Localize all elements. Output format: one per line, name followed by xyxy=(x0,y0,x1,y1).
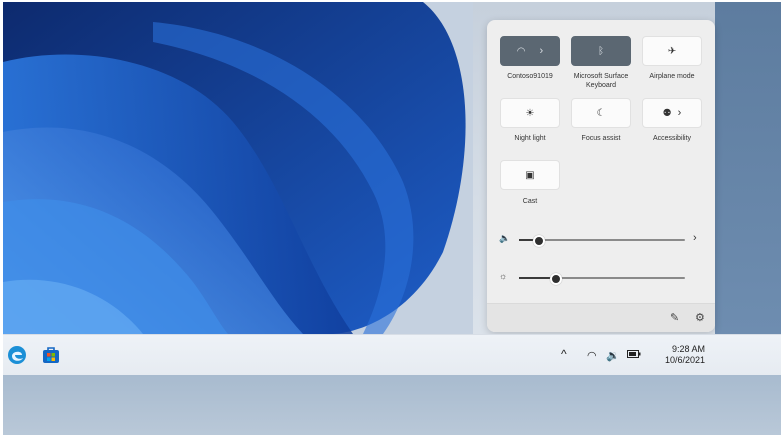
volume-slider-thumb[interactable] xyxy=(532,235,545,247)
airplane-icon: ✈ xyxy=(667,45,677,57)
wifi-icon[interactable]: ◠ xyxy=(587,349,597,362)
gear-icon[interactable]: ⚙ xyxy=(695,311,705,324)
tile-label-airplane: Airplane mode xyxy=(649,73,695,80)
desktop-wallpaper xyxy=(3,2,473,334)
show-hidden-icons-chevron[interactable]: ^ xyxy=(561,347,567,361)
pencil-icon[interactable]: ✎ xyxy=(670,311,679,324)
quick-settings-footer: ✎ ⚙ xyxy=(487,303,715,332)
speaker-icon: 🔈 xyxy=(499,233,511,243)
desktop-screen: ◠ › Contoso91019 ᛒ Microsoft Surface Key… xyxy=(3,2,781,435)
night-light-tile[interactable]: ☀ xyxy=(500,98,560,128)
tile-label-focus-assist: Focus assist xyxy=(581,135,621,142)
bluetooth-icon: ᛒ xyxy=(598,45,604,57)
wifi-icon: ◠ xyxy=(516,45,526,57)
edge-icon[interactable] xyxy=(7,345,27,365)
battery-icon[interactable] xyxy=(627,349,641,361)
wifi-chevron-icon[interactable]: › xyxy=(540,45,544,57)
bluetooth-tile[interactable]: ᛒ xyxy=(571,36,631,66)
volume-slider[interactable] xyxy=(519,235,685,247)
clock-date: 10/6/2021 xyxy=(664,355,705,365)
brightness-icon: ☀ xyxy=(525,107,535,119)
taskbar-clock[interactable]: 9:28 AM 10/6/2021 xyxy=(665,344,705,366)
speaker-icon[interactable]: 🔉 xyxy=(606,349,620,362)
accessibility-chevron-icon[interactable]: › xyxy=(678,107,682,119)
tile-label-bluetooth: Microsoft Surface Keyboard xyxy=(573,73,629,89)
tile-label-wifi: Contoso91019 xyxy=(507,73,553,80)
sun-icon: ☼ xyxy=(499,271,508,281)
cast-icon: ▣ xyxy=(525,169,535,181)
audio-output-chevron-icon[interactable]: › xyxy=(693,232,697,244)
desktop-background-edge xyxy=(715,2,781,334)
taskbar: ^ ◠ 🔉 9:28 AM 10/6/2021 xyxy=(3,334,781,376)
airplane-mode-tile[interactable]: ✈ xyxy=(642,36,702,66)
wifi-tile[interactable]: ◠ › xyxy=(500,36,560,66)
desktop-background-lower xyxy=(3,375,781,435)
tile-label-night-light: Night light xyxy=(514,135,546,142)
store-icon[interactable] xyxy=(41,345,61,365)
accessibility-tile[interactable]: ⚉ › xyxy=(642,98,702,128)
tile-label-cast: Cast xyxy=(522,198,538,205)
moon-icon: ☾ xyxy=(596,107,606,119)
brightness-slider[interactable] xyxy=(519,273,685,285)
brightness-slider-thumb[interactable] xyxy=(549,273,562,285)
focus-assist-tile[interactable]: ☾ xyxy=(571,98,631,128)
accessibility-icon: ⚉ xyxy=(662,107,672,119)
clock-time: 9:28 AM xyxy=(671,344,705,354)
tile-label-accessibility: Accessibility xyxy=(652,135,692,142)
brightness-slider-row: ☼ xyxy=(499,271,699,285)
volume-slider-row: 🔈 › xyxy=(499,232,699,247)
quick-settings-panel: ◠ › Contoso91019 ᛒ Microsoft Surface Key… xyxy=(487,20,715,332)
cast-tile[interactable]: ▣ xyxy=(500,160,560,190)
